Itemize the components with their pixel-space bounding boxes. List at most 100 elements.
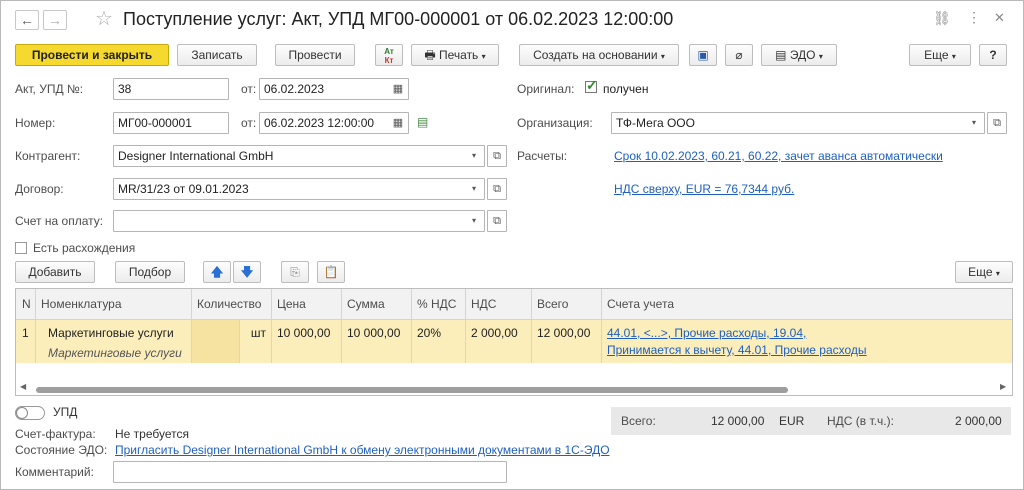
copy-button[interactable]: ⎘ xyxy=(281,261,309,283)
scroll-right-icon[interactable]: ▶ xyxy=(1000,382,1006,391)
paste-button[interactable]: 📋 xyxy=(317,261,345,283)
attach-button[interactable]: ⌀ xyxy=(725,44,753,66)
upd-toggle[interactable] xyxy=(15,406,45,420)
arrow-up-icon: 🡅 xyxy=(210,265,224,279)
scroll-left-icon[interactable]: ◀ xyxy=(20,382,26,391)
settlements-link[interactable]: Срок 10.02.2023, 60.21, 60.22, зачет ава… xyxy=(614,149,943,163)
organization-input[interactable]: ТФ-Мега ООО ▾ xyxy=(611,112,985,134)
column-header-price[interactable]: Цена xyxy=(272,289,342,320)
select-button[interactable]: Подбор xyxy=(115,261,185,283)
cell-item[interactable]: Маркетинговые услуги Маркетинговые услуг… xyxy=(36,320,192,363)
total-label: Всего: xyxy=(621,414,656,428)
contractor-input[interactable]: Designer International GmbH ▾ xyxy=(113,145,485,167)
move-down-button[interactable]: 🡇 xyxy=(233,261,261,283)
contractor-open-button[interactable]: ⧉ xyxy=(487,145,507,167)
column-header-n[interactable]: N xyxy=(16,289,36,320)
act-number-label: Акт, УПД №: xyxy=(15,82,84,96)
link-icon[interactable]: ⛓ xyxy=(933,10,951,27)
calendar-icon[interactable]: ▦ xyxy=(390,113,406,133)
column-header-total[interactable]: Всего xyxy=(532,289,602,320)
column-header-vat[interactable]: НДС xyxy=(466,289,532,320)
close-icon[interactable]: ✕ xyxy=(994,10,1005,26)
save-button[interactable]: Записать xyxy=(177,44,257,66)
table-more-button[interactable]: Еще ▾ xyxy=(955,261,1013,283)
discrepancy-label: Есть расхождения xyxy=(33,241,136,255)
column-header-qty[interactable]: Количество xyxy=(192,289,272,320)
cell-unit[interactable]: шт xyxy=(240,320,272,363)
chevron-down-icon[interactable]: ▾ xyxy=(466,179,482,199)
open-icon: ⧉ xyxy=(493,183,501,195)
edo-icon: ▤ xyxy=(775,48,787,62)
more-menu-icon[interactable]: ⋮ xyxy=(967,9,981,26)
number-date-from-label: от: xyxy=(241,116,257,130)
move-up-button[interactable]: 🡅 xyxy=(203,261,231,283)
cell-vat-rate[interactable]: 20% xyxy=(412,320,466,363)
cell-total[interactable]: 12 000,00 xyxy=(532,320,602,363)
post-and-close-button[interactable]: Провести и закрыть xyxy=(15,44,169,66)
organization-label: Организация: xyxy=(517,116,593,130)
forward-button[interactable]: → xyxy=(43,10,67,30)
invoice-input[interactable]: ▾ xyxy=(113,210,485,232)
chevron-down-icon[interactable]: ▾ xyxy=(966,113,982,133)
contract-label: Договор: xyxy=(15,182,64,196)
more-button[interactable]: Еще ▾ xyxy=(909,44,971,66)
currency-value: EUR xyxy=(779,414,805,428)
column-header-vat-rate[interactable]: % НДС xyxy=(412,289,466,320)
chevron-down-icon[interactable]: ▾ xyxy=(466,146,482,166)
organization-value: ТФ-Мега ООО xyxy=(616,116,695,130)
table-row[interactable]: 1 Маркетинговые услуги Маркетинговые усл… xyxy=(16,320,1012,363)
horizontal-scrollbar[interactable]: ◀ ▶ xyxy=(16,382,1012,395)
structure-button[interactable]: ▣ xyxy=(689,44,717,66)
dt-kt-button[interactable]: Ат Кт xyxy=(375,44,403,66)
original-label: Оригинал: xyxy=(517,82,575,96)
chevron-down-icon: ▾ xyxy=(660,52,665,61)
cell-sum[interactable]: 10 000,00 xyxy=(342,320,412,363)
act-date-input[interactable]: 06.02.2023 ▦ xyxy=(259,78,409,100)
column-header-sum[interactable]: Сумма xyxy=(342,289,412,320)
star-icon[interactable]: ☆ xyxy=(95,9,113,29)
column-header-accounts[interactable]: Счета учета xyxy=(602,289,1012,320)
number-input[interactable]: МГ00-000001 xyxy=(113,112,229,134)
back-button[interactable]: ← xyxy=(15,10,39,30)
comment-input[interactable] xyxy=(113,461,507,483)
number-date-input[interactable]: 06.02.2023 12:00:00 ▦ xyxy=(259,112,409,134)
contractor-value: Designer International GmbH xyxy=(118,149,274,163)
accounts-link-2[interactable]: Принимается к вычету, 44.01, Прочие расх… xyxy=(607,343,1007,357)
open-icon: ⧉ xyxy=(993,117,1001,129)
edo-invite-link[interactable]: Пригласить Designer International GmbH к… xyxy=(115,443,610,457)
contract-value: MR/31/23 от 09.01.2023 xyxy=(118,182,249,196)
page-title: Поступление услуг: Акт, УПД МГ00-000001 … xyxy=(123,9,674,29)
cell-qty[interactable] xyxy=(192,320,240,363)
cell-vat[interactable]: 2 000,00 xyxy=(466,320,532,363)
invoice-open-button[interactable]: ⧉ xyxy=(487,210,507,232)
original-checkbox[interactable]: ✓ xyxy=(585,77,598,93)
calendar-icon[interactable]: ▦ xyxy=(390,79,406,99)
contract-input[interactable]: MR/31/23 от 09.01.2023 ▾ xyxy=(113,178,485,200)
vat-total-label: НДС (в т.ч.): xyxy=(827,414,894,428)
cell-accounts[interactable]: 44.01, <...>, Прочие расходы, 19.04, При… xyxy=(602,320,1012,363)
number-settings-icon[interactable]: ▤ xyxy=(417,115,428,129)
cell-price[interactable]: 10 000,00 xyxy=(272,320,342,363)
item-name: Маркетинговые услуги xyxy=(48,326,174,340)
print-button[interactable]: 🖶 Печать ▾ xyxy=(411,44,499,66)
vat-link[interactable]: НДС сверху, EUR = 76,7344 руб. xyxy=(614,182,794,196)
post-button[interactable]: Провести xyxy=(275,44,355,66)
comment-label: Комментарий: xyxy=(15,465,94,479)
help-button[interactable]: ? xyxy=(979,44,1007,66)
contract-open-button[interactable]: ⧉ xyxy=(487,178,507,200)
printer-icon: 🖶 xyxy=(424,48,436,62)
column-header-item[interactable]: Номенклатура xyxy=(36,289,192,320)
invoice-label: Счет на оплату: xyxy=(15,214,104,228)
arrow-left-icon: ← xyxy=(20,12,34,28)
document-window: ← → ☆ Поступление услуг: Акт, УПД МГ00-0… xyxy=(0,0,1024,490)
edo-button[interactable]: ▤ ЭДО ▾ xyxy=(761,44,837,66)
print-label: Печать xyxy=(439,48,479,62)
act-number-input[interactable]: 38 xyxy=(113,78,229,100)
accounts-link-1[interactable]: 44.01, <...>, Прочие расходы, 19.04, xyxy=(607,326,1007,340)
discrepancy-checkbox[interactable] xyxy=(15,242,27,254)
chevron-down-icon[interactable]: ▾ xyxy=(466,211,482,231)
scrollbar-thumb[interactable] xyxy=(36,387,788,393)
organization-open-button[interactable]: ⧉ xyxy=(987,112,1007,134)
add-row-button[interactable]: Добавить xyxy=(15,261,95,283)
create-based-button[interactable]: Создать на основании ▾ xyxy=(519,44,679,66)
